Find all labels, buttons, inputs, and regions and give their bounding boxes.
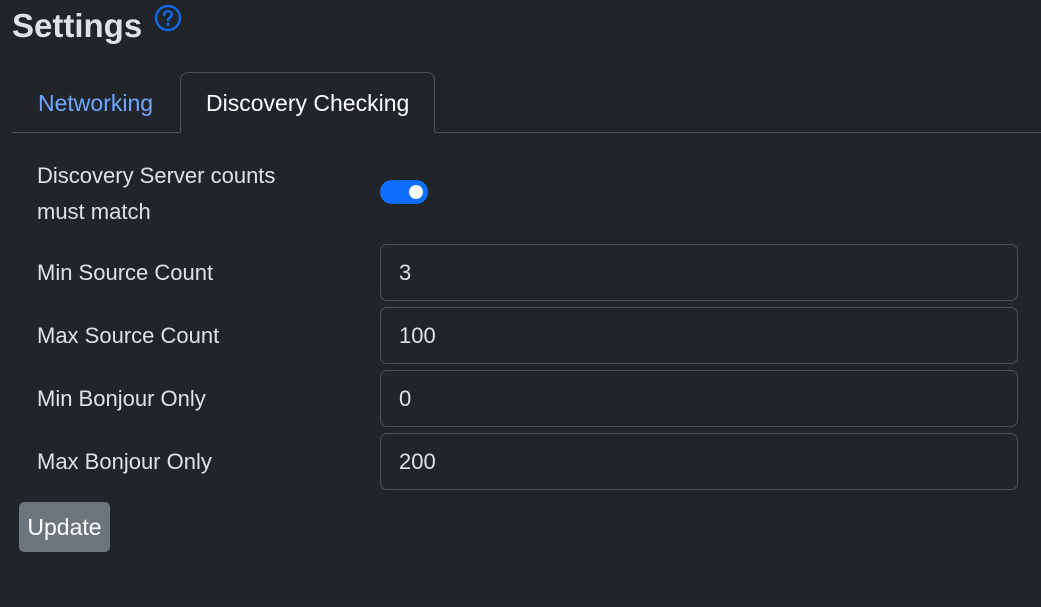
min-source-count-row: Min Source Count (37, 244, 1018, 301)
max-bonjour-only-input[interactable] (380, 433, 1018, 490)
min-source-count-input[interactable] (380, 244, 1018, 301)
page-title: Settings (12, 7, 143, 44)
discovery-match-row: Discovery Server counts must match (37, 157, 428, 231)
discovery-match-label: Discovery Server counts must match (37, 163, 276, 224)
toggle-knob (409, 185, 423, 199)
page-header: Settings (12, 2, 182, 52)
max-bonjour-only-label: Max Bonjour Only (37, 448, 212, 474)
min-bonjour-only-label: Min Bonjour Only (37, 385, 206, 411)
update-button[interactable]: Update (19, 502, 110, 552)
min-bonjour-only-input[interactable] (380, 370, 1018, 427)
max-source-count-input[interactable] (380, 307, 1018, 364)
question-circle-icon[interactable] (154, 4, 182, 32)
max-bonjour-only-row: Max Bonjour Only (37, 433, 1018, 490)
max-source-count-row: Max Source Count (37, 307, 1018, 364)
min-bonjour-only-row: Min Bonjour Only (37, 370, 1018, 427)
tab-discovery-checking[interactable]: Discovery Checking (180, 72, 436, 133)
tab-networking[interactable]: Networking (12, 72, 179, 133)
settings-tabs: Networking Discovery Checking (12, 72, 1041, 133)
discovery-match-toggle[interactable] (380, 180, 428, 204)
settings-page: Settings Networking Discovery Checking D… (0, 0, 1041, 607)
max-source-count-label: Max Source Count (37, 322, 220, 348)
min-source-count-label: Min Source Count (37, 259, 214, 285)
